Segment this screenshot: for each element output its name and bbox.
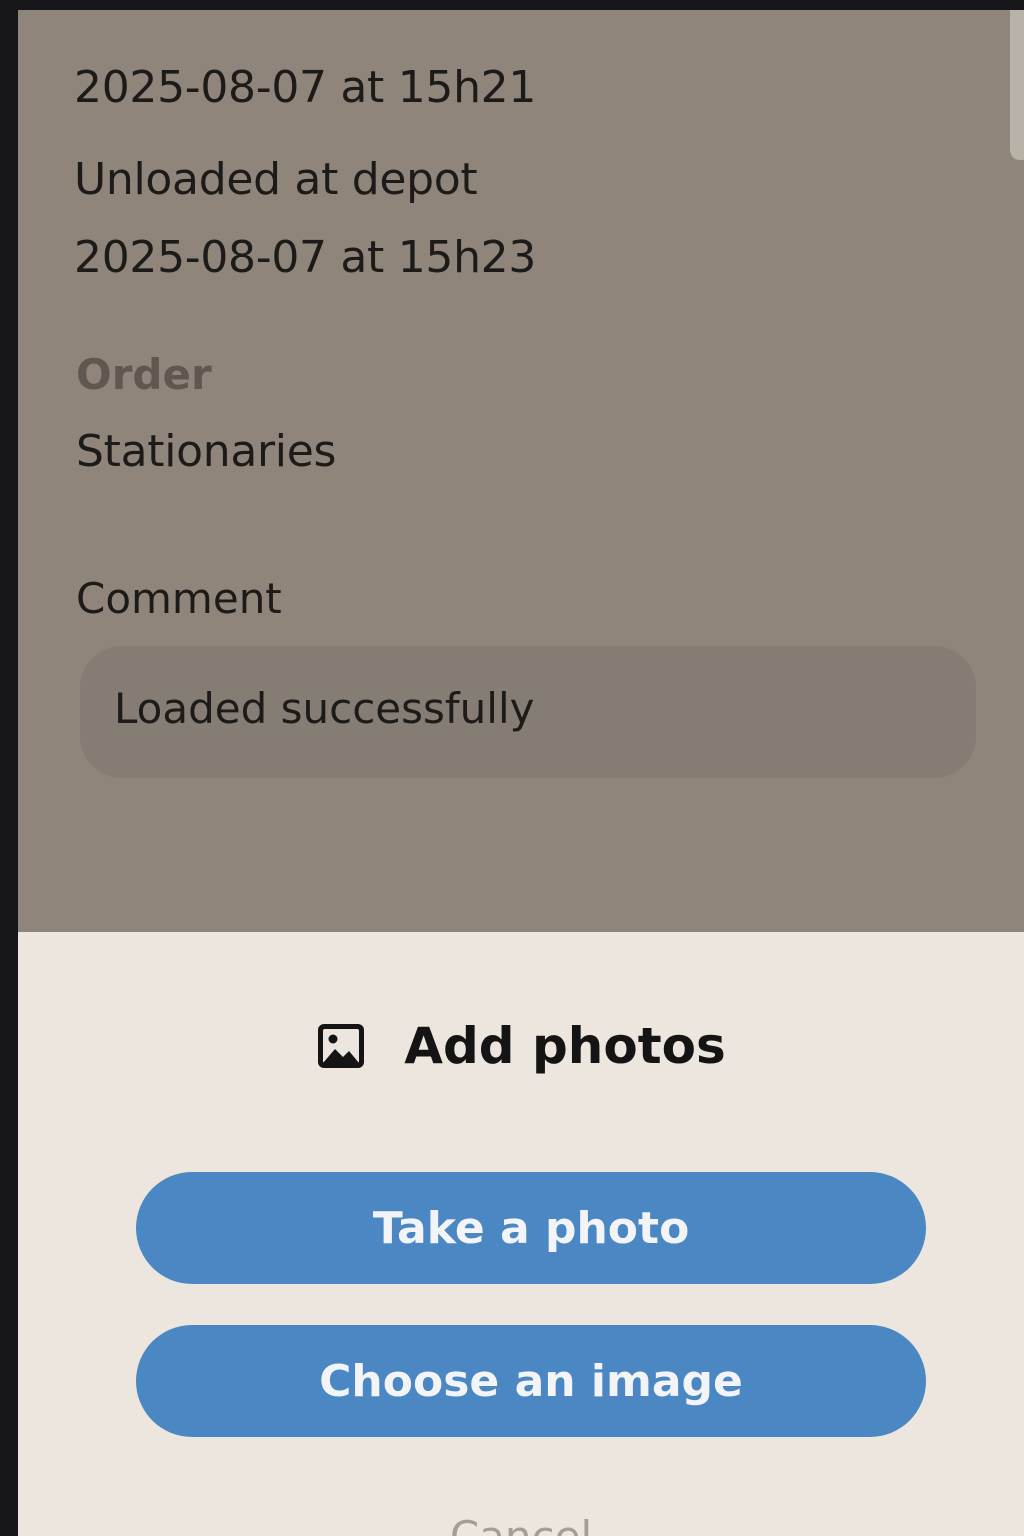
event-timestamp-2: 2025-08-07 at 15h23 [74,232,537,283]
cancel-button[interactable]: Cancel [18,1512,1024,1536]
comment-field[interactable]: Loaded successfully [80,646,976,778]
take-photo-button[interactable]: Take a photo [136,1172,926,1284]
choose-image-button[interactable]: Choose an image [136,1325,926,1437]
sheet-header: Add photos [18,1016,1024,1076]
image-icon [316,1022,366,1070]
device-frame: 2025-08-07 at 15h21 Unloaded at depot 20… [0,0,1024,1536]
dimmed-details-panel: 2025-08-07 at 15h21 Unloaded at depot 20… [18,10,1024,932]
event-timestamp-1: 2025-08-07 at 15h21 [74,62,537,113]
order-label: Order [76,350,212,399]
event-status: Unloaded at depot [74,154,478,205]
order-value: Stationaries [76,426,337,477]
add-photos-bottom-sheet: Add photos Take a photo Choose an image … [18,932,1024,1536]
comment-value: Loaded successfully [114,684,535,733]
sheet-title: Add photos [404,1017,726,1075]
comment-label: Comment [76,574,282,623]
app-screen: 2025-08-07 at 15h21 Unloaded at depot 20… [18,10,1024,1536]
